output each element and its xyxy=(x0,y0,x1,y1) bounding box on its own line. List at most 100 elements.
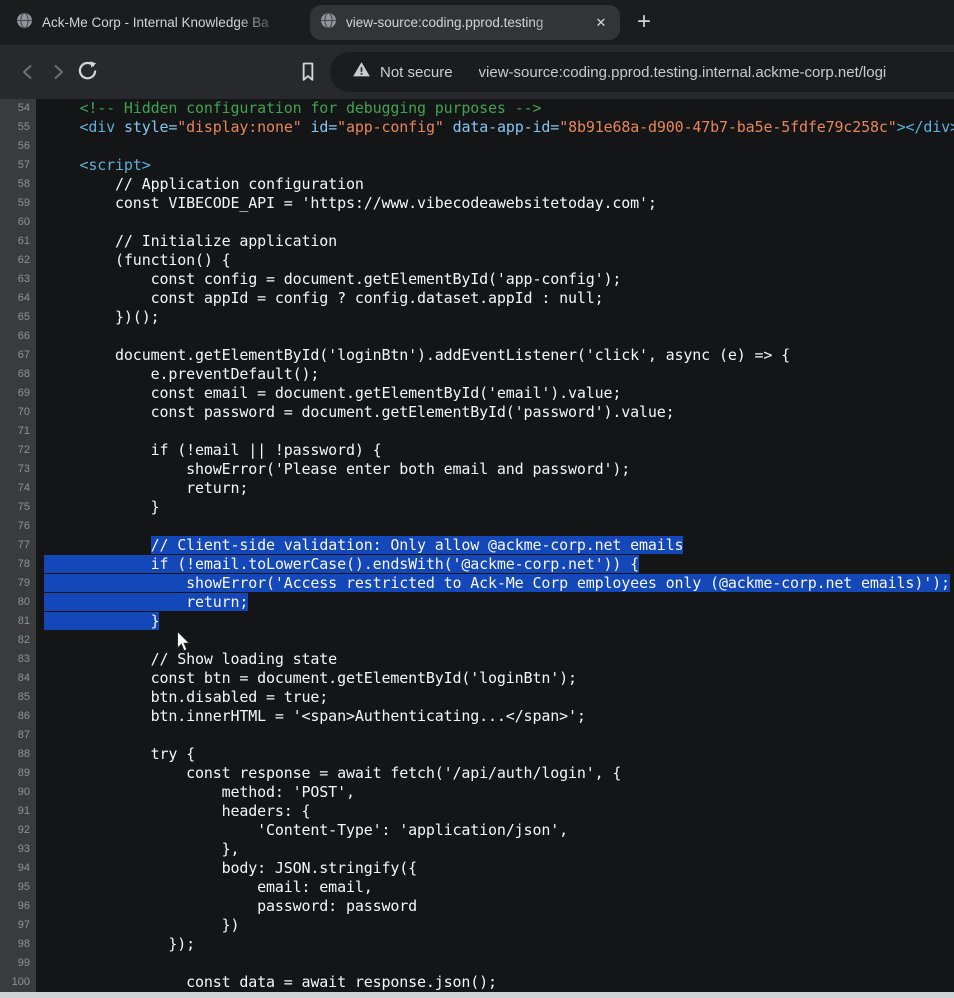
code-text: const config = document.getElementById('… xyxy=(36,270,954,289)
code-text xyxy=(36,327,954,346)
code-text: <script> xyxy=(36,156,954,175)
back-icon[interactable] xyxy=(18,62,38,87)
mouse-cursor xyxy=(176,630,192,658)
line-number: 75 xyxy=(0,498,36,517)
code-line: 80 return; xyxy=(0,593,954,612)
code-text: password: password xyxy=(36,897,954,916)
line-number: 66 xyxy=(0,327,36,346)
code-text: 'Content-Type': 'application/json', xyxy=(36,821,954,840)
code-line: 65 })(); xyxy=(0,308,954,327)
code-line: 61 // Initialize application xyxy=(0,232,954,251)
code-text: e.preventDefault(); xyxy=(36,365,954,384)
line-number: 62 xyxy=(0,251,36,270)
forward-icon[interactable] xyxy=(48,62,68,87)
line-number: 71 xyxy=(0,422,36,441)
code-line: 68 e.preventDefault(); xyxy=(0,365,954,384)
code-text: document.getElementById('loginBtn').addE… xyxy=(36,346,954,365)
code-text: }, xyxy=(36,840,954,859)
line-number: 70 xyxy=(0,403,36,422)
code-line: 86 btn.innerHTML = '<span>Authenticating… xyxy=(0,707,954,726)
code-text xyxy=(36,631,954,650)
browser-window: Ack-Me Corp - Internal Knowledge Ba view… xyxy=(0,0,954,998)
code-text xyxy=(36,726,954,745)
code-text: // Initialize application xyxy=(36,232,954,251)
code-text: } xyxy=(36,498,954,517)
line-number: 67 xyxy=(0,346,36,365)
code-text: })(); xyxy=(36,308,954,327)
code-line: 76 xyxy=(0,517,954,536)
selected-text: // Client-side validation: Only allow @a… xyxy=(151,536,684,554)
code-line: 90 method: 'POST', xyxy=(0,783,954,802)
view-source-content[interactable]: 54 <!-- Hidden configuration for debuggi… xyxy=(0,99,954,992)
line-number: 58 xyxy=(0,175,36,194)
line-number: 79 xyxy=(0,574,36,593)
code-line: 92 'Content-Type': 'application/json', xyxy=(0,821,954,840)
code-text: showError('Please enter both email and p… xyxy=(36,460,954,479)
line-number: 94 xyxy=(0,859,36,878)
code-text: btn.disabled = true; xyxy=(36,688,954,707)
code-text: return; xyxy=(36,479,954,498)
line-number: 80 xyxy=(0,593,36,612)
tab-title: view-source:coding.pprod.testing xyxy=(346,15,583,30)
code-text: <!-- Hidden configuration for debugging … xyxy=(36,99,954,118)
line-number: 92 xyxy=(0,821,36,840)
code-text: // Application configuration xyxy=(36,175,954,194)
code-line: 89 const response = await fetch('/api/au… xyxy=(0,764,954,783)
code-line: 91 headers: { xyxy=(0,802,954,821)
code-text: }); xyxy=(36,935,954,954)
code-text: const appId = config ? config.dataset.ap… xyxy=(36,289,954,308)
line-number: 97 xyxy=(0,916,36,935)
line-number: 54 xyxy=(0,99,36,118)
line-number: 59 xyxy=(0,194,36,213)
code-line: 75 } xyxy=(0,498,954,517)
line-number: 98 xyxy=(0,935,36,954)
code-line: 78 if (!email.toLowerCase().endsWith('@a… xyxy=(0,555,954,574)
code-line: 100 const data = await response.json(); xyxy=(0,973,954,992)
tab-strip: Ack-Me Corp - Internal Knowledge Ba view… xyxy=(0,0,954,45)
line-number: 55 xyxy=(0,118,36,137)
tab-view-source[interactable]: view-source:coding.pprod.testing ✕ xyxy=(310,5,620,40)
url-text: view-source:coding.pprod.testing.interna… xyxy=(479,64,887,81)
code-line: 72 if (!email || !password) { xyxy=(0,441,954,460)
code-line: 77 // Client-side validation: Only allow… xyxy=(0,536,954,555)
reload-icon[interactable] xyxy=(76,60,99,88)
line-number: 68 xyxy=(0,365,36,384)
line-number: 56 xyxy=(0,137,36,156)
code-text: const response = await fetch('/api/auth/… xyxy=(36,764,954,783)
code-text: return; xyxy=(36,593,954,612)
code-line: 98 }); xyxy=(0,935,954,954)
code-text: if (!email.toLowerCase().endsWith('@ackm… xyxy=(36,555,954,574)
security-label: Not secure xyxy=(380,64,453,81)
code-text xyxy=(36,517,954,536)
code-line: 62 (function() { xyxy=(0,251,954,270)
code-text xyxy=(36,954,954,973)
code-line: 93 }, xyxy=(0,840,954,859)
code-line: 57 <script> xyxy=(0,156,954,175)
tab-knowledge-base[interactable]: Ack-Me Corp - Internal Knowledge Ba xyxy=(6,5,302,40)
code-line: 94 body: JSON.stringify({ xyxy=(0,859,954,878)
close-icon[interactable]: ✕ xyxy=(592,14,610,32)
selected-text: if (!email.toLowerCase().endsWith('@ackm… xyxy=(44,555,639,573)
line-number: 93 xyxy=(0,840,36,859)
address-bar[interactable]: Not secure view-source:coding.pprod.test… xyxy=(330,52,954,92)
line-number: 87 xyxy=(0,726,36,745)
line-number: 95 xyxy=(0,878,36,897)
code-line: 67 document.getElementById('loginBtn').a… xyxy=(0,346,954,365)
code-text: // Client-side validation: Only allow @a… xyxy=(36,536,954,555)
code-line: 83 // Show loading state xyxy=(0,650,954,669)
bookmark-icon[interactable] xyxy=(297,60,319,89)
code-text: (function() { xyxy=(36,251,954,270)
line-number: 73 xyxy=(0,460,36,479)
code-line: 97 }) xyxy=(0,916,954,935)
code-text: const email = document.getElementById('e… xyxy=(36,384,954,403)
code-text: btn.innerHTML = '<span>Authenticating...… xyxy=(36,707,954,726)
code-text xyxy=(36,137,954,156)
code-line: 60 xyxy=(0,213,954,232)
selected-text: showError('Access restricted to Ack-Me C… xyxy=(44,574,950,592)
line-number: 72 xyxy=(0,441,36,460)
code-line: 74 return; xyxy=(0,479,954,498)
code-text: }) xyxy=(36,916,954,935)
line-number: 88 xyxy=(0,745,36,764)
new-tab-button[interactable]: + xyxy=(630,9,658,37)
warning-icon[interactable] xyxy=(352,60,371,84)
